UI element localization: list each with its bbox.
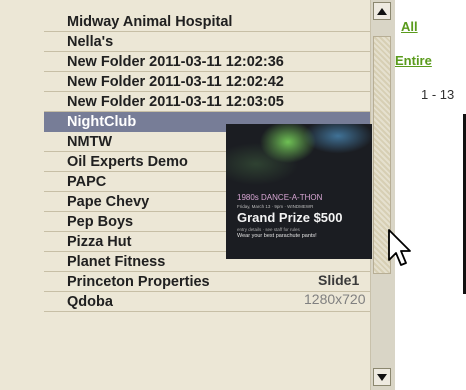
list-item[interactable]: New Folder 2011-03-11 12:02:36 bbox=[44, 52, 370, 72]
list-item[interactable]: New Folder 2011-03-11 12:03:05 bbox=[44, 92, 370, 112]
preview-fine-print: entry details · see staff for rules bbox=[237, 227, 300, 232]
list-item[interactable]: New Folder 2011-03-11 12:02:42 bbox=[44, 72, 370, 92]
scroll-down-button[interactable] bbox=[373, 368, 391, 386]
preview-prize: Grand Prize $500 bbox=[237, 210, 343, 225]
list-item-label: Pep Boys bbox=[67, 214, 134, 230]
list-item-label: NMTW bbox=[67, 134, 113, 150]
triangle-up-icon bbox=[377, 7, 387, 15]
slide-dimensions-label: 1280x720 bbox=[304, 291, 366, 307]
list-item-label: Planet Fitness bbox=[67, 254, 166, 270]
list-item-label: Oil Experts Demo bbox=[67, 154, 188, 170]
list-item-label: New Folder 2011-03-11 12:02:36 bbox=[67, 54, 284, 70]
list-item[interactable]: Midway Animal Hospital bbox=[44, 12, 370, 32]
list-item-label: Midway Animal Hospital bbox=[67, 14, 233, 30]
slide-preview-thumbnail: 1980s DANCE-A-THON Friday, March 13 · 9p… bbox=[226, 124, 372, 259]
scroll-up-button[interactable] bbox=[373, 2, 391, 20]
all-link[interactable]: All bbox=[401, 19, 418, 34]
list-item-label: NightClub bbox=[67, 114, 137, 130]
vertical-scrollbar[interactable] bbox=[370, 0, 395, 390]
preview-headline: 1980s DANCE-A-THON bbox=[237, 193, 323, 202]
list-item-label: New Folder 2011-03-11 12:02:42 bbox=[67, 74, 284, 90]
preview-subtitle: Friday, March 13 · 9pm · WINDMEWR bbox=[237, 204, 314, 209]
list-item-label: New Folder 2011-03-11 12:03:05 bbox=[67, 94, 284, 110]
range-indicator: 1 - 13 bbox=[421, 87, 455, 102]
list-item[interactable]: Nella's bbox=[44, 32, 370, 52]
list-item-label: PAPC bbox=[67, 174, 107, 190]
list-item-label: Nella's bbox=[67, 34, 114, 50]
slide-name-label: Slide1 bbox=[318, 272, 360, 288]
preview-tagline: Wear your best parachute pants! bbox=[237, 233, 317, 239]
arrow-cursor-icon bbox=[388, 229, 411, 266]
right-panel: All Entire 1 - 13 bbox=[395, 0, 466, 390]
list-item-label: Pape Chevy bbox=[67, 194, 150, 210]
list-item-label: Pizza Hut bbox=[67, 234, 132, 250]
triangle-down-icon bbox=[377, 373, 387, 381]
list-item-label: Princeton Properties bbox=[67, 274, 210, 290]
entire-link[interactable]: Entire bbox=[395, 53, 432, 68]
preview-lights bbox=[226, 124, 372, 194]
list-item-label: Qdoba bbox=[67, 294, 113, 310]
